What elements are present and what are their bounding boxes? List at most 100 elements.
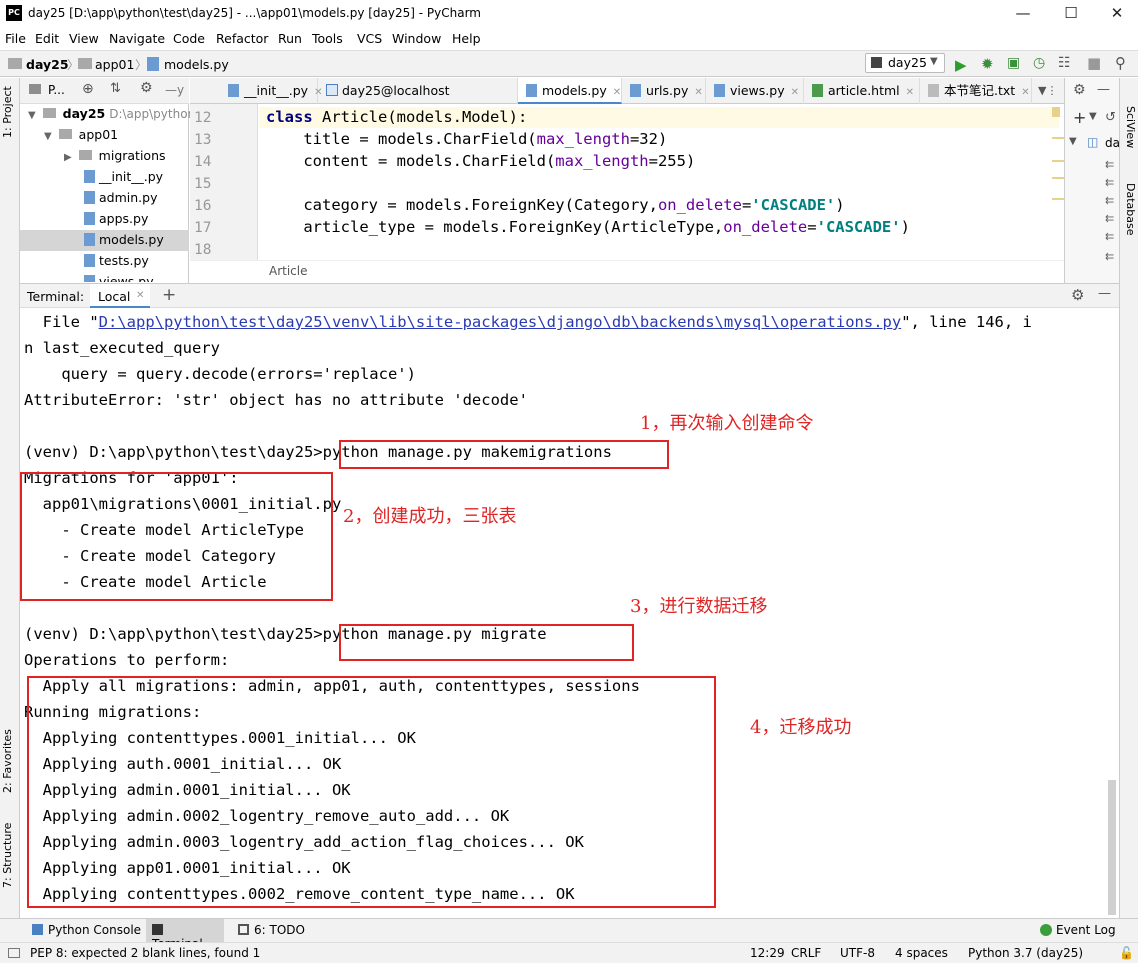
close-icon[interactable]: ✕ [791, 87, 799, 98]
tool-tab-event-log[interactable]: Event Log [1036, 919, 1120, 942]
refresh-icon[interactable]: ↺ [1105, 110, 1116, 125]
tree-item-tests[interactable]: tests.py [84, 253, 149, 268]
tree-item-app01[interactable]: ▼ app01 [44, 127, 118, 142]
close-icon[interactable]: ✕ [136, 290, 144, 301]
file-link[interactable]: D:\app\python\test\day25\venv\lib\site-p… [99, 313, 902, 331]
database-item-label[interactable]: da [1105, 136, 1120, 150]
terminal-scrollbar[interactable] [1108, 780, 1116, 915]
menu-edit[interactable]: Edit [35, 31, 59, 46]
tool-tab-python-console[interactable]: Python Console [26, 919, 147, 942]
tree-item-models[interactable]: models.py [20, 230, 189, 251]
editor-breadcrumb-class[interactable]: Article [269, 264, 308, 278]
status-interpreter[interactable]: Python 3.7 (day25) [968, 946, 1083, 960]
locate-icon[interactable]: ⊕ [82, 81, 94, 97]
close-icon[interactable]: ✕ [613, 87, 621, 98]
event-log-icon [1040, 924, 1052, 936]
menu-file[interactable]: File [5, 31, 26, 46]
python-file-icon [84, 275, 95, 282]
project-view-select[interactable]: P... [48, 83, 65, 97]
coverage-icon[interactable]: ▣ [1007, 55, 1020, 71]
tab-label: 本节笔记.txt [944, 83, 1016, 98]
tool-tab-project[interactable]: 1: Project [1, 86, 14, 138]
tree-item-admin[interactable]: admin.py [84, 190, 157, 205]
chevron-down-icon: ▼ [28, 110, 36, 121]
code-line: class Article(models.Model): [266, 108, 528, 126]
tab-views[interactable]: views.py ✕ [706, 78, 804, 104]
close-button[interactable]: ✕ [1094, 0, 1138, 28]
chevron-down-icon: ▼ [930, 56, 938, 67]
status-bar: PEP 8: expected 2 blank lines, found 1 1… [0, 942, 1138, 963]
tab-urls[interactable]: urls.py ✕ [622, 78, 706, 104]
profile-icon[interactable]: ◷ [1033, 55, 1045, 71]
close-icon[interactable]: ✕ [1021, 87, 1029, 98]
tool-tab-database[interactable]: Database [1124, 183, 1137, 236]
menu-tools[interactable]: Tools [312, 31, 343, 46]
add-icon[interactable]: + [1073, 108, 1086, 127]
table-icon: ⇇ [1105, 158, 1115, 171]
run-configuration-select[interactable]: day25 ▼ [865, 53, 945, 73]
tool-tab-structure[interactable]: 7: Structure [1, 823, 14, 888]
breadcrumb-app01[interactable]: app01 [95, 57, 134, 72]
tab-init[interactable]: __init__.py ✕ [220, 78, 322, 104]
tabs-overflow-icon[interactable]: ▼⋮ [1038, 84, 1057, 97]
stop-icon[interactable]: ■ [1087, 54, 1101, 72]
menu-code[interactable]: Code [173, 31, 205, 46]
close-icon[interactable]: ✕ [694, 87, 702, 98]
menu-window[interactable]: Window [392, 31, 441, 46]
concurrency-icon[interactable]: ☷ [1058, 55, 1071, 71]
status-position[interactable]: 12:29 [750, 946, 785, 960]
gear-icon[interactable]: ⚙ [140, 80, 153, 96]
python-console-icon [32, 924, 43, 935]
tab-notes[interactable]: 本节笔记.txt ✕ [920, 78, 1032, 104]
add-icon[interactable]: + [162, 285, 176, 305]
menu-vcs[interactable]: VCS [357, 31, 382, 46]
python-file-icon [84, 191, 95, 204]
tab-article-html[interactable]: article.html ✕ [804, 78, 920, 104]
close-icon[interactable]: ✕ [906, 87, 914, 98]
todo-icon [238, 924, 249, 935]
terminal-line: query = query.decode(errors='replace') [24, 365, 416, 383]
menu-run[interactable]: Run [278, 31, 302, 46]
tool-tab-todo[interactable]: 6: TODO [232, 919, 311, 942]
toggle-tool-windows-icon[interactable] [8, 948, 20, 958]
tree-item-apps[interactable]: apps.py [84, 211, 148, 226]
menu-refactor[interactable]: Refactor [216, 31, 268, 46]
menu-navigate[interactable]: Navigate [109, 31, 165, 46]
tool-tab-sciview[interactable]: SciView [1124, 106, 1137, 148]
minimize-panel-icon[interactable]: — [1098, 286, 1111, 301]
collapse-all-icon[interactable]: ⇅ [110, 81, 121, 96]
tool-tab-terminal[interactable]: Terminal [146, 919, 224, 951]
tab-console[interactable]: day25@localhost [console]✕ [318, 78, 518, 124]
menu-view[interactable]: View [69, 31, 99, 46]
tree-item-views[interactable]: views.py [84, 274, 154, 282]
status-indent[interactable]: 4 spaces [895, 946, 948, 960]
terminal-label: Terminal: [27, 289, 85, 304]
status-line-separator[interactable]: CRLF [791, 946, 821, 960]
tree-item-migrations[interactable]: ▶ migrations [64, 148, 166, 163]
tab-label: views.py [730, 83, 785, 98]
gear-icon[interactable]: ⚙ [1071, 286, 1084, 304]
line-number: 14 [194, 154, 212, 170]
lock-icon[interactable]: 🔓 [1119, 946, 1134, 960]
minimize-button[interactable]: — [1000, 0, 1046, 28]
run-configuration-label: day25 [888, 55, 927, 70]
window-title: day25 [D:\app\python\test\day25] - ...\a… [28, 6, 481, 20]
tree-item-init[interactable]: __init__.py [84, 169, 163, 184]
status-encoding[interactable]: UTF-8 [840, 946, 875, 960]
menu-bar: File Edit View Navigate Code Refactor Ru… [0, 28, 1138, 50]
tool-tab-favorites[interactable]: 2: Favorites [1, 729, 14, 793]
debug-icon[interactable]: ✹ [981, 55, 994, 73]
tree-item-root[interactable]: ▼ day25 D:\app\python [28, 106, 195, 121]
editor-tab-bar: __init__.py✕ day25@localhost [console]✕ … [190, 78, 1064, 124]
maximize-button[interactable]: ☐ [1048, 0, 1094, 28]
breadcrumb-file[interactable]: models.py [164, 57, 229, 72]
breadcrumb-project[interactable]: day25 [26, 57, 69, 72]
minimize-panel-icon[interactable]: — [1097, 82, 1110, 97]
search-icon[interactable]: ⚲ [1115, 54, 1126, 72]
tab-label: models.py [542, 83, 607, 98]
run-icon[interactable]: ▶ [955, 56, 967, 74]
right-tool-strip: SciView Database [1119, 78, 1138, 918]
tab-models[interactable]: models.py ✕ [518, 78, 622, 104]
menu-help[interactable]: Help [452, 31, 481, 46]
gear-icon[interactable]: ⚙ [1073, 82, 1086, 98]
